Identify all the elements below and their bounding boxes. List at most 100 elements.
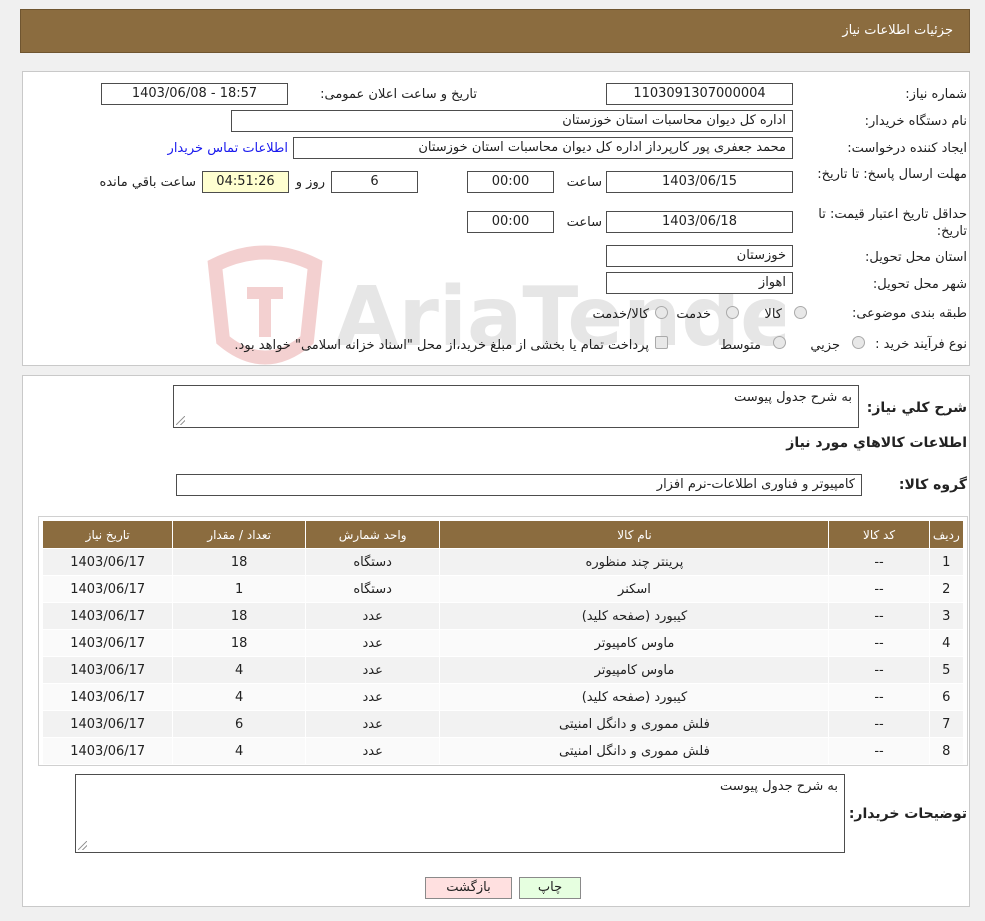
cell-row: 8 bbox=[928, 737, 965, 765]
cell-name: فلش مموری و دانگل امنیتی bbox=[439, 710, 830, 738]
cell-code: -- bbox=[828, 548, 930, 576]
summary-label: شرح كلي نياز: bbox=[866, 400, 967, 416]
page-header: جزئیات اطلاعات نیاز bbox=[20, 9, 970, 53]
summary-resize-icon[interactable] bbox=[176, 416, 185, 425]
cell-unit: عدد bbox=[304, 683, 441, 711]
category-option-goods-service: کالا/خدمت bbox=[592, 307, 649, 322]
cell-date: 1403/06/17 bbox=[41, 629, 174, 657]
remaining-time-field: 04:51:26 bbox=[202, 171, 289, 193]
validity-time-label: ساعت bbox=[566, 215, 602, 230]
cell-name: فلش مموری و دانگل امنیتی bbox=[439, 737, 830, 765]
category-option-goods: کالا bbox=[764, 307, 782, 322]
cell-code: -- bbox=[828, 683, 930, 711]
items-table: رديف کد کالا نام کالا واحد شمارش تعداد /… bbox=[41, 520, 965, 765]
buyer-org-field[interactable]: اداره کل دیوان محاسبات استان خوزستان bbox=[231, 110, 793, 132]
validity-time-field[interactable]: 00:00 bbox=[467, 211, 554, 233]
category-radio-goods-service[interactable] bbox=[655, 306, 668, 319]
table-row[interactable]: 3 -- کیبورد (صفحه کلید) عدد 18 1403/06/17 bbox=[41, 602, 965, 630]
col-name: نام کالا bbox=[439, 520, 830, 549]
summary-field[interactable]: به شرح جدول پیوست bbox=[173, 385, 859, 428]
cell-unit: دستگاه bbox=[304, 575, 441, 603]
cell-qty: 4 bbox=[172, 656, 306, 684]
cell-name: پرینتر چند منظوره bbox=[439, 548, 830, 576]
table-row[interactable]: 5 -- ماوس کامپیوتر عدد 4 1403/06/17 bbox=[41, 656, 965, 684]
cell-code: -- bbox=[828, 575, 930, 603]
table-row[interactable]: 2 -- اسکنر دستگاه 1 1403/06/17 bbox=[41, 575, 965, 603]
items-table-frame: رديف کد کالا نام کالا واحد شمارش تعداد /… bbox=[38, 516, 968, 766]
cell-row: 4 bbox=[928, 629, 965, 657]
cell-row: 2 bbox=[928, 575, 965, 603]
process-option-medium: متوسط bbox=[720, 338, 761, 353]
requester-label: ایجاد کننده درخواست: bbox=[847, 141, 967, 156]
cell-qty: 6 bbox=[172, 710, 306, 738]
table-row[interactable]: 7 -- فلش مموری و دانگل امنیتی عدد 6 1403/06/1… bbox=[41, 710, 965, 738]
cell-name: ماوس کامپیوتر bbox=[439, 656, 830, 684]
days-field[interactable]: 6 bbox=[331, 171, 418, 193]
cell-code: -- bbox=[828, 629, 930, 657]
buyer-contact-link[interactable]: اطلاعات تماس خریدار bbox=[168, 141, 288, 156]
remaining-label: ساعت باقي مانده bbox=[99, 175, 196, 190]
process-label: نوع فرآیند خرید : bbox=[875, 337, 967, 352]
cell-qty: 18 bbox=[172, 602, 306, 630]
announce-date-label: تاریخ و ساعت اعلان عمومی: bbox=[320, 87, 477, 102]
cell-date: 1403/06/17 bbox=[41, 737, 174, 765]
cell-date: 1403/06/17 bbox=[41, 710, 174, 738]
category-label: طبقه بندی موضوعی: bbox=[851, 306, 967, 321]
table-row[interactable]: 8 -- فلش مموری و دانگل امنیتی عدد 4 1403/06/1… bbox=[41, 737, 965, 765]
buyer-notes-label: توضیحات خریدار: bbox=[848, 806, 967, 822]
cell-qty: 4 bbox=[172, 683, 306, 711]
cell-qty: 1 bbox=[172, 575, 306, 603]
page-title: جزئیات اطلاعات نیاز bbox=[842, 23, 953, 38]
cell-unit: عدد bbox=[304, 602, 441, 630]
col-date: تاریخ نیاز bbox=[41, 520, 174, 549]
table-row[interactable]: 1 -- پرینتر چند منظوره دستگاه 18 1403/06/17 bbox=[41, 548, 965, 576]
process-option-minor: جزیي bbox=[810, 338, 840, 353]
category-option-service: خدمت bbox=[676, 307, 711, 322]
cell-unit: عدد bbox=[304, 629, 441, 657]
cell-name: ماوس کامپیوتر bbox=[439, 629, 830, 657]
category-radio-service[interactable] bbox=[726, 306, 739, 319]
cell-qty: 18 bbox=[172, 548, 306, 576]
cell-unit: دستگاه bbox=[304, 548, 441, 576]
need-number-field[interactable]: 1103091307000004 bbox=[606, 83, 793, 105]
cell-code: -- bbox=[828, 710, 930, 738]
items-section-title: اطلاعات کالاهاي مورد نياز bbox=[786, 435, 967, 451]
buyer-org-label: نام دستگاه خریدار: bbox=[864, 114, 967, 129]
announce-date-field[interactable]: 1403/06/08 - 18:57 bbox=[101, 83, 288, 105]
process-radio-minor[interactable] bbox=[852, 336, 865, 349]
table-row[interactable]: 6 -- کیبورد (صفحه کلید) عدد 4 1403/06/17 bbox=[41, 683, 965, 711]
buyer-notes-field[interactable]: به شرح جدول پیوست bbox=[75, 774, 845, 853]
cell-unit: عدد bbox=[304, 710, 441, 738]
col-code: کد کالا bbox=[828, 520, 930, 549]
group-field[interactable]: کامپیوتر و فناوری اطلاعات-نرم افزار bbox=[176, 474, 862, 496]
deadline-label: مهلت ارسال پاسخ: تا تاریخ: bbox=[817, 167, 967, 182]
cell-row: 6 bbox=[928, 683, 965, 711]
province-field[interactable]: خوزستان bbox=[606, 245, 793, 267]
cell-name: کیبورد (صفحه کلید) bbox=[439, 602, 830, 630]
deadline-date-field[interactable]: 1403/06/15 bbox=[606, 171, 793, 193]
cell-name: کیبورد (صفحه کلید) bbox=[439, 683, 830, 711]
cell-code: -- bbox=[828, 656, 930, 684]
validity-date-field[interactable]: 1403/06/18 bbox=[606, 211, 793, 233]
cell-code: -- bbox=[828, 737, 930, 765]
category-radio-goods[interactable] bbox=[794, 306, 807, 319]
deadline-time-field[interactable]: 00:00 bbox=[467, 171, 554, 193]
requester-field[interactable]: محمد جعفری پور کارپرداز اداره کل دیوان م… bbox=[293, 137, 793, 159]
cell-qty: 4 bbox=[172, 737, 306, 765]
process-checkbox-treasury[interactable] bbox=[655, 336, 668, 349]
cell-date: 1403/06/17 bbox=[41, 575, 174, 603]
table-row[interactable]: 4 -- ماوس کامپیوتر عدد 18 1403/06/17 bbox=[41, 629, 965, 657]
cell-name: اسکنر bbox=[439, 575, 830, 603]
col-qty: تعداد / مقدار bbox=[172, 520, 306, 549]
cell-date: 1403/06/17 bbox=[41, 683, 174, 711]
city-field[interactable]: اهواز bbox=[606, 272, 793, 294]
col-unit: واحد شمارش bbox=[304, 520, 441, 549]
buyer-notes-resize-icon[interactable] bbox=[78, 841, 87, 850]
col-row: رديف bbox=[928, 520, 965, 549]
cell-row: 3 bbox=[928, 602, 965, 630]
cell-date: 1403/06/17 bbox=[41, 602, 174, 630]
print-button[interactable]: چاپ bbox=[519, 877, 581, 899]
back-button[interactable]: بازگشت bbox=[425, 877, 512, 899]
cell-row: 7 bbox=[928, 710, 965, 738]
process-radio-medium[interactable] bbox=[773, 336, 786, 349]
